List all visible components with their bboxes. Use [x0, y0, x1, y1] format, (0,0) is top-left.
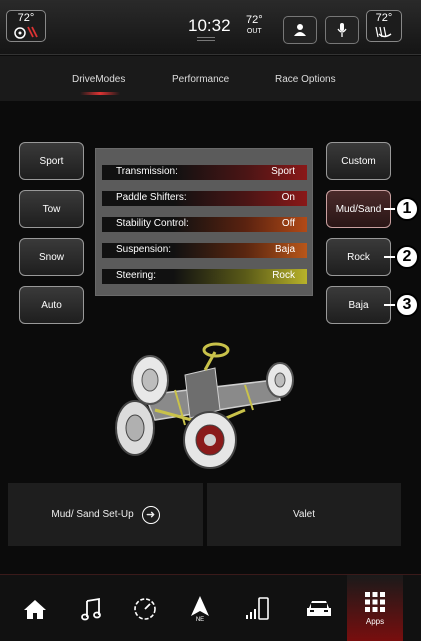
mode-tow-button[interactable]: Tow: [19, 190, 84, 228]
outside-temp-label: OUT: [246, 28, 262, 35]
tab-bar: DriveModes Performance Race Options: [0, 56, 421, 101]
setting-row-paddle-shifters: Paddle Shifters: On: [102, 191, 307, 206]
setting-row-transmission: Transmission: Sport: [102, 165, 307, 180]
nav-controls[interactable]: [295, 575, 343, 641]
callout-2: 2: [395, 245, 419, 269]
setting-label: Stability Control:: [116, 218, 189, 229]
valet-label: Valet: [292, 509, 316, 520]
voice-button[interactable]: [325, 16, 359, 44]
nav-phone[interactable]: [233, 575, 281, 641]
nav-navigation[interactable]: NE: [176, 575, 224, 641]
mud-sand-setup-button[interactable]: Mud/ Sand Set-Up ➜: [8, 483, 203, 546]
setting-value: Baja: [274, 244, 295, 255]
chassis-illustration: [115, 342, 294, 469]
setting-row-steering: Steering: Rock: [102, 269, 307, 284]
status-bar: 72° 10:32 72° OUT 72°: [0, 0, 421, 55]
tab-drivemodes[interactable]: DriveModes: [72, 74, 125, 85]
setting-label: Steering:: [116, 270, 157, 281]
vehicle-icon: [307, 600, 331, 616]
performance-icon: [134, 597, 156, 620]
passenger-temp: 72°: [375, 12, 393, 24]
nav-performance[interactable]: [121, 575, 169, 641]
apps-grid-icon: [365, 591, 385, 612]
microphone-icon: [337, 23, 347, 37]
clock: 10:32: [188, 16, 231, 35]
mode-sport-button[interactable]: Sport: [19, 142, 84, 180]
tab-race-options[interactable]: Race Options: [275, 74, 336, 85]
heading-label: NE: [195, 616, 205, 623]
nav-media[interactable]: [67, 575, 115, 641]
mode-baja-button[interactable]: Baja: [326, 286, 391, 324]
nav-home[interactable]: [11, 575, 59, 641]
setting-value: Off: [281, 218, 295, 229]
setting-label: Suspension:: [116, 244, 172, 255]
navigation-icon: [191, 595, 209, 616]
setting-label: Paddle Shifters:: [116, 192, 187, 203]
setup-label: Mud/ Sand Set-Up: [51, 509, 134, 520]
setting-value: Rock: [272, 270, 295, 281]
mode-custom-button[interactable]: Custom: [326, 142, 391, 180]
heated-seat-icon: [14, 26, 38, 39]
nav-apps[interactable]: Apps: [347, 575, 403, 641]
mode-settings-panel: Transmission: Sport Paddle Shifters: On …: [95, 148, 313, 296]
music-icon: [81, 597, 101, 620]
tab-performance[interactable]: Performance: [172, 74, 229, 85]
callout-1: 1: [395, 197, 419, 221]
setting-row-suspension: Suspension: Baja: [102, 243, 307, 258]
home-icon: [24, 599, 46, 619]
mode-mud-sand-button[interactable]: Mud/Sand: [326, 190, 391, 228]
apps-label: Apps: [365, 616, 385, 626]
passenger-climate-button[interactable]: 72°: [366, 10, 402, 42]
mode-auto-button[interactable]: Auto: [19, 286, 84, 324]
setting-row-stability-control: Stability Control: Off: [102, 217, 307, 232]
arrow-right-icon: ➜: [141, 505, 160, 524]
setting-label: Transmission:: [116, 166, 178, 177]
setting-value: On: [281, 192, 295, 203]
mode-snow-button[interactable]: Snow: [19, 238, 84, 276]
outside-temp: 72° OUT: [246, 15, 263, 37]
setting-value: Sport: [271, 166, 295, 177]
bottom-nav: NE Apps: [0, 574, 421, 641]
mode-rock-button[interactable]: Rock: [326, 238, 391, 276]
callout-3: 3: [395, 293, 419, 317]
driver-temp: 72°: [17, 12, 35, 24]
outside-temp-value: 72°: [246, 14, 263, 26]
driver-climate-button[interactable]: 72°: [6, 10, 46, 42]
phone-icon: [246, 596, 269, 620]
clock-divider: [197, 37, 215, 41]
user-icon: [294, 24, 306, 36]
user-button[interactable]: [283, 16, 317, 44]
valet-button[interactable]: Valet: [207, 483, 401, 546]
heated-steering-icon: [375, 26, 392, 38]
active-tab-indicator: [80, 92, 120, 95]
